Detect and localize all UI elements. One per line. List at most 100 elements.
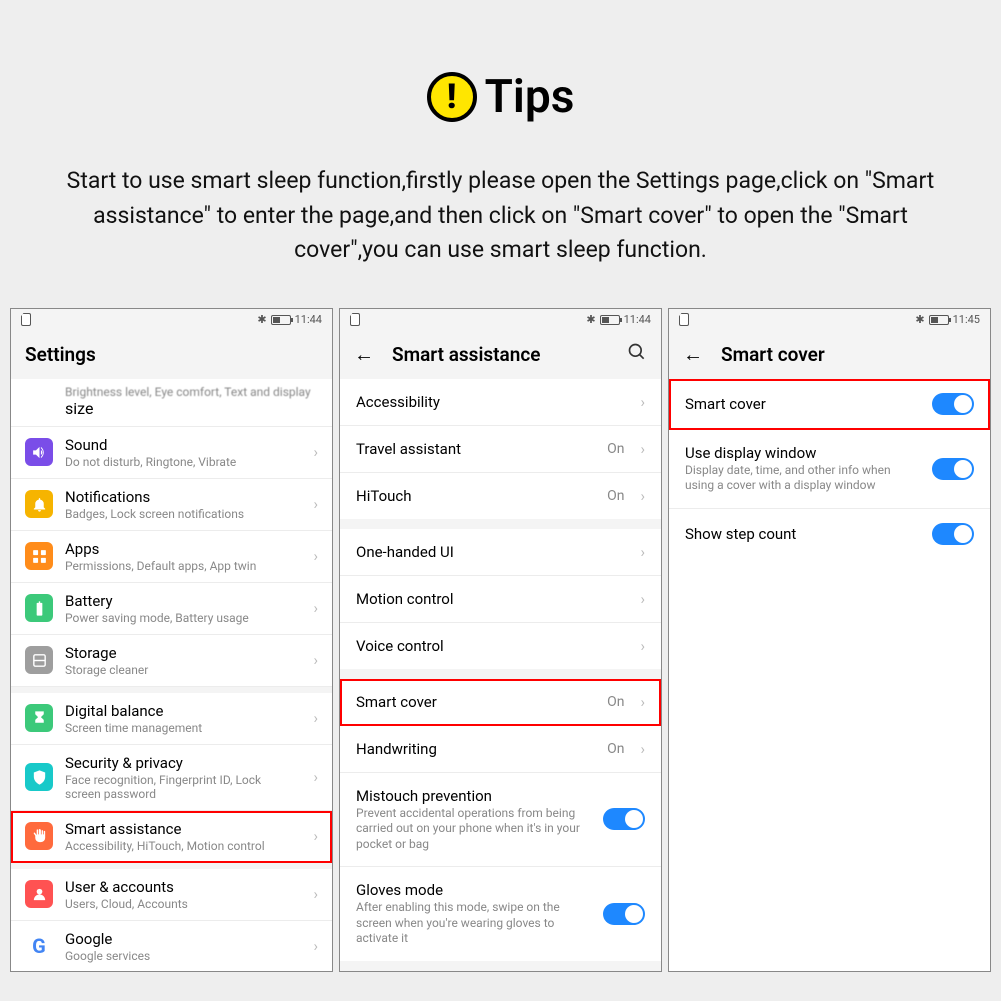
page-title: Smart assistance xyxy=(392,343,541,366)
row-subtitle: Accessibility, HiTouch, Motion control xyxy=(65,839,297,853)
user-icon xyxy=(25,880,53,908)
sa-row-handwriting[interactable]: HandwritingOn› xyxy=(340,726,661,773)
sa-row-accessibility[interactable]: Accessibility › xyxy=(340,379,661,426)
page-header: ← Smart cover xyxy=(669,331,990,379)
battery-icon xyxy=(25,594,53,622)
row-title: Use display window xyxy=(685,444,920,462)
row-title: Security & privacy xyxy=(65,754,297,772)
row-subtitle: Permissions, Default apps, App twin xyxy=(65,559,297,573)
row-subtitle: Screen time management xyxy=(65,721,297,735)
back-button[interactable]: ← xyxy=(683,342,703,367)
toggle-switch[interactable] xyxy=(932,393,974,415)
settings-row-apps[interactable]: AppsPermissions, Default apps, App twin › xyxy=(11,531,332,583)
chevron-right-icon: › xyxy=(640,487,645,505)
search-button[interactable] xyxy=(627,342,647,367)
settings-row-google[interactable]: GGoogleGoogle services› xyxy=(11,921,332,971)
toggle-switch[interactable] xyxy=(603,903,645,925)
sa-row-motion-control[interactable]: Motion control › xyxy=(340,576,661,623)
row-subtitle: Display date, time, and other info when … xyxy=(685,463,920,494)
row-title: Smart assistance xyxy=(65,820,297,838)
settings-row-user[interactable]: User & accountsUsers, Cloud, Accounts › xyxy=(11,869,332,921)
page-header: ← Smart assistance xyxy=(340,331,661,379)
row-title: Accessibility xyxy=(356,393,624,411)
page-title: Smart cover xyxy=(721,343,825,366)
chevron-right-icon: › xyxy=(313,443,318,461)
settings-row-hand[interactable]: Smart assistanceAccessibility, HiTouch, … xyxy=(11,811,332,863)
row-value: On xyxy=(607,488,624,504)
sa-row-voice-control[interactable]: Voice control › xyxy=(340,623,661,669)
sc-row-use-display-window[interactable]: Use display windowDisplay date, time, an… xyxy=(669,430,990,509)
sa-row-mistouch-prevention[interactable]: Mistouch preventionPrevent accidental op… xyxy=(340,773,661,868)
row-title: Google xyxy=(65,930,297,948)
settings-row-bell[interactable]: NotificationsBadges, Lock screen notific… xyxy=(11,479,332,531)
row-title: User & accounts xyxy=(65,878,297,896)
chevron-right-icon: › xyxy=(640,740,645,758)
row-title: Storage xyxy=(65,644,297,662)
chevron-right-icon: › xyxy=(313,495,318,513)
sc-row-show-step-count[interactable]: Show step count xyxy=(669,509,990,559)
apps-icon xyxy=(25,542,53,570)
battery-icon xyxy=(600,315,620,325)
toggle-switch[interactable] xyxy=(603,808,645,830)
row-title: Motion control xyxy=(356,590,624,608)
hourglass-icon xyxy=(25,704,53,732)
settings-row-sound[interactable]: SoundDo not disturb, Ringtone, Vibrate › xyxy=(11,427,332,479)
row-title: Handwriting xyxy=(356,740,595,758)
chevron-right-icon: › xyxy=(640,693,645,711)
chevron-right-icon: › xyxy=(313,937,318,955)
chevron-right-icon: › xyxy=(640,637,645,655)
phone-smart-assistance: ✱ 11:44 ← Smart assistance Accessibility… xyxy=(339,308,662,972)
row-title: One-handed UI xyxy=(356,543,624,561)
status-bar: ✱ 11:45 xyxy=(669,309,990,331)
chevron-right-icon: › xyxy=(313,709,318,727)
row-subtitle: Face recognition, Fingerprint ID, Lock s… xyxy=(65,773,297,801)
status-time: 11:45 xyxy=(953,313,980,326)
row-title: Notifications xyxy=(65,488,297,506)
google-icon: G xyxy=(25,932,53,960)
toggle-switch[interactable] xyxy=(932,523,974,545)
sa-row-travel-assistant[interactable]: Travel assistantOn› xyxy=(340,426,661,473)
settings-row-hourglass[interactable]: Digital balanceScreen time management› xyxy=(11,693,332,745)
row-title: Smart cover xyxy=(356,693,595,711)
sim-icon xyxy=(21,313,31,326)
storage-icon xyxy=(25,646,53,674)
sc-row-smart-cover[interactable]: Smart cover xyxy=(669,379,990,430)
settings-row-shield[interactable]: Security & privacyFace recognition, Fing… xyxy=(11,745,332,811)
row-subtitle: Prevent accidental operations from being… xyxy=(356,806,591,853)
row-value: On xyxy=(607,441,624,457)
phone-smart-cover: ✱ 11:45 ← Smart cover Smart coverUse dis… xyxy=(668,308,991,972)
sa-row-smart-cover[interactable]: Smart cover On › xyxy=(340,679,661,726)
row-title: Gloves mode xyxy=(356,881,591,899)
battery-icon xyxy=(271,315,291,325)
status-time: 11:44 xyxy=(295,313,322,326)
chevron-right-icon: › xyxy=(313,768,318,786)
row-title: Mistouch prevention xyxy=(356,787,591,805)
row-subtitle: Users, Cloud, Accounts xyxy=(65,897,297,911)
chevron-right-icon: › xyxy=(640,543,645,561)
warning-icon: ! xyxy=(427,72,477,122)
chevron-right-icon: › xyxy=(313,651,318,669)
row-subtitle: Do not disturb, Ringtone, Vibrate xyxy=(65,455,297,469)
settings-row-storage[interactable]: StorageStorage cleaner› xyxy=(11,635,332,687)
chevron-right-icon: › xyxy=(640,590,645,608)
toggle-switch[interactable] xyxy=(932,458,974,480)
row-value: On xyxy=(607,694,624,710)
bell-icon xyxy=(25,490,53,518)
sa-row-hitouch[interactable]: HiTouchOn› xyxy=(340,473,661,519)
sa-row-gloves-mode[interactable]: Gloves modeAfter enabling this mode, swi… xyxy=(340,867,661,961)
row-title: Show step count xyxy=(685,525,920,543)
row-title: Apps xyxy=(65,540,297,558)
row-subtitle: After enabling this mode, swipe on the s… xyxy=(356,900,591,947)
row-title: Sound xyxy=(65,436,297,454)
chevron-right-icon: › xyxy=(640,393,645,411)
back-button[interactable]: ← xyxy=(354,342,374,367)
shield-icon xyxy=(25,763,53,791)
settings-row-battery[interactable]: BatteryPower saving mode, Battery usage› xyxy=(11,583,332,635)
row-title: Voice control xyxy=(356,637,624,655)
tips-title: Tips xyxy=(485,70,575,124)
chevron-right-icon: › xyxy=(313,599,318,617)
sa-row-one-handed-ui[interactable]: One-handed UI › xyxy=(340,529,661,576)
chevron-right-icon: › xyxy=(313,547,318,565)
chevron-right-icon: › xyxy=(313,885,318,903)
tips-header: ! Tips xyxy=(10,70,991,124)
